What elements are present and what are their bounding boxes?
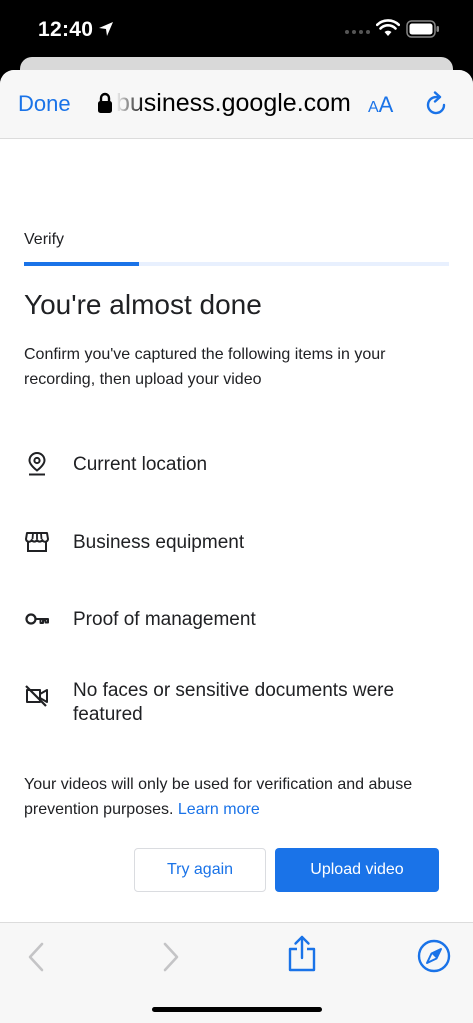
location-pin-icon bbox=[28, 451, 46, 476]
checklist-label: Current location bbox=[73, 454, 208, 475]
checklist-label: No faces or sensitive documents were fea… bbox=[73, 680, 395, 725]
status-bar: 12:40 bbox=[0, 0, 473, 62]
try-again-button[interactable]: Try again bbox=[134, 848, 266, 892]
progress-fill bbox=[24, 262, 139, 266]
checklist-label: Business equipment bbox=[73, 532, 245, 553]
done-button[interactable]: Done bbox=[18, 91, 71, 117]
browser-toolbar: Done business.google.com AA bbox=[0, 70, 473, 139]
status-time: 12:40 bbox=[38, 18, 94, 41]
browser-bottom-bar bbox=[0, 922, 473, 1023]
text-size-button[interactable]: AA bbox=[368, 92, 393, 118]
location-arrow-icon bbox=[99, 22, 113, 36]
key-icon bbox=[25, 613, 49, 625]
wifi-icon bbox=[376, 19, 400, 36]
storefront-icon bbox=[25, 532, 49, 552]
browser-sheet: Done business.google.com AA Verify You'r… bbox=[0, 70, 473, 1023]
battery-icon bbox=[406, 20, 439, 38]
progress-bar bbox=[24, 262, 449, 266]
home-indicator bbox=[152, 1007, 322, 1012]
learn-more-link[interactable]: Learn more bbox=[178, 801, 260, 818]
text-size-large-a: A bbox=[378, 92, 394, 117]
privacy-note: Your videos will only be used for verifi… bbox=[24, 772, 444, 822]
forward-icon[interactable] bbox=[160, 941, 182, 973]
compass-icon[interactable] bbox=[416, 938, 452, 974]
lock-icon bbox=[98, 92, 112, 113]
text-size-small-a: A bbox=[368, 99, 379, 116]
step-label: Verify bbox=[24, 231, 65, 248]
back-icon[interactable] bbox=[25, 941, 47, 973]
upload-video-button[interactable]: Upload video bbox=[275, 848, 439, 892]
cellular-dots-icon bbox=[345, 30, 370, 34]
video-off-icon bbox=[25, 685, 48, 707]
url-text[interactable]: business.google.com bbox=[116, 89, 356, 118]
checklist-label: Proof of management bbox=[73, 609, 256, 630]
reload-icon[interactable] bbox=[422, 91, 450, 119]
intro-text: Confirm you've captured the following it… bbox=[24, 346, 386, 388]
share-icon[interactable] bbox=[286, 935, 318, 973]
page-title: You're almost done bbox=[24, 289, 262, 320]
